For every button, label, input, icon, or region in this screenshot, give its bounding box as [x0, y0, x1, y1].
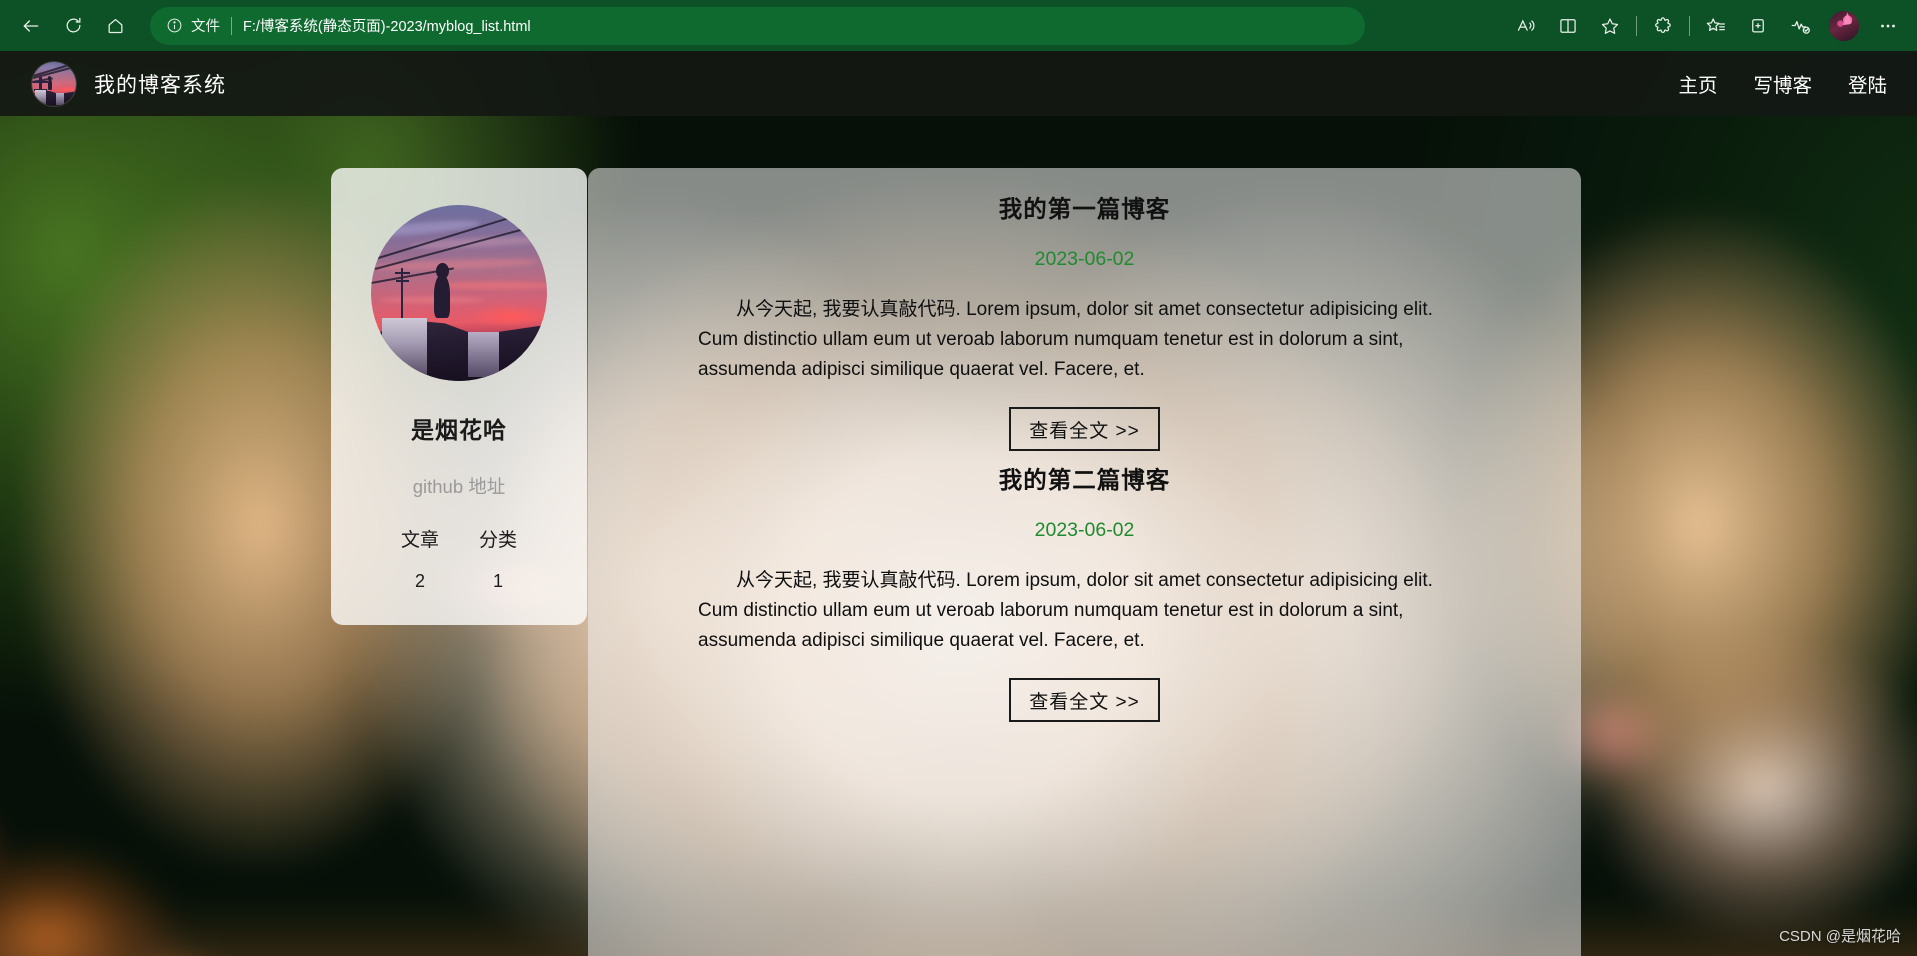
- settings-more-icon[interactable]: [1867, 5, 1909, 47]
- stat-categories: 分类 1: [479, 525, 517, 592]
- address-separator: [231, 16, 232, 35]
- collections-icon[interactable]: [1695, 5, 1737, 47]
- browser-nav-buttons: [0, 5, 136, 47]
- toolbar-divider-2: [1689, 15, 1690, 36]
- github-link[interactable]: github 地址: [413, 473, 506, 499]
- address-scheme-label: 文件: [191, 19, 220, 35]
- avatar-art-base: [1829, 10, 1859, 41]
- browser-essentials-icon[interactable]: [1737, 5, 1779, 47]
- profile-stats: 文章 2 分类 1: [331, 525, 587, 592]
- profile-card: 是烟花哈 github 地址 文章 2 分类 1: [331, 168, 587, 625]
- blog-post-item: 我的第二篇博客 2023-06-02 从今天起, 我要认真敲代码. Lorem …: [698, 461, 1471, 723]
- profile-avatar: [371, 205, 547, 381]
- main-content: 是烟花哈 github 地址 文章 2 分类 1 我的第一篇博客 2023-06…: [0, 116, 1917, 956]
- blog-list-panel: 我的第一篇博客 2023-06-02 从今天起, 我要认真敲代码. Lorem …: [588, 168, 1581, 956]
- read-more-button[interactable]: 查看全文 >>: [1009, 407, 1160, 452]
- favorite-star-icon[interactable]: [1589, 5, 1631, 47]
- blog-title: 我的第一篇博客: [998, 196, 1171, 222]
- browser-toolbar: 文件 F:/博客系统(静态页面)-2023/myblog_list.html: [0, 0, 1917, 51]
- sunset-artwork: [371, 205, 547, 381]
- nav-link-home[interactable]: 主页: [1678, 69, 1717, 98]
- sunset-artwork: [32, 61, 76, 106]
- address-url-text[interactable]: F:/博客系统(静态页面)-2023/myblog_list.html: [243, 15, 531, 36]
- brand[interactable]: 我的博客系统: [32, 61, 226, 106]
- blog-date: 2023-06-02: [1034, 248, 1135, 270]
- browser-toolbar-right: [1505, 5, 1917, 47]
- blog-description: 从今天起, 我要认真敲代码. Lorem ipsum, dolor sit am…: [698, 299, 1433, 381]
- site-nav-links: 主页 写博客 登陆: [1678, 69, 1887, 98]
- stat-articles: 文章 2: [401, 525, 439, 592]
- toolbar-divider-1: [1636, 15, 1637, 36]
- performance-icon[interactable]: [1779, 5, 1821, 47]
- site-navbar: 我的博客系统 主页 写博客 登陆: [0, 51, 1917, 116]
- blog-title: 我的第二篇博客: [998, 467, 1171, 494]
- browser-profile-avatar[interactable]: [1829, 10, 1859, 41]
- info-icon: [164, 16, 184, 36]
- address-bar[interactable]: 文件 F:/博客系统(静态页面)-2023/myblog_list.html: [150, 6, 1365, 45]
- profile-name: 是烟花哈: [411, 417, 507, 443]
- blog-action-row: 查看全文 >>: [698, 678, 1471, 723]
- home-icon[interactable]: [94, 5, 136, 47]
- blog-action-row: 查看全文 >>: [698, 407, 1471, 452]
- blog-post-item: 我的第一篇博客 2023-06-02 从今天起, 我要认真敲代码. Lorem …: [698, 190, 1471, 452]
- blog-description: 从今天起, 我要认真敲代码. Lorem ipsum, dolor sit am…: [698, 570, 1433, 652]
- stat-value: 1: [493, 571, 504, 591]
- brand-title: 我的博客系统: [94, 73, 226, 97]
- split-screen-icon[interactable]: [1547, 5, 1589, 47]
- brand-logo-icon: [32, 61, 76, 106]
- page-viewport: 我的博客系统 主页 写博客 登陆 是烟花哈 github 地址 文章 2 分类 …: [0, 51, 1917, 956]
- stat-label: 分类: [479, 530, 518, 551]
- nav-link-write[interactable]: 写博客: [1753, 69, 1812, 98]
- read-more-button[interactable]: 查看全文 >>: [1009, 678, 1160, 723]
- stat-value: 2: [414, 571, 425, 591]
- nav-link-login[interactable]: 登陆: [1848, 69, 1887, 98]
- blog-date: 2023-06-02: [1034, 519, 1135, 542]
- read-aloud-icon[interactable]: [1505, 5, 1547, 47]
- extensions-puzzle-icon[interactable]: [1642, 5, 1684, 47]
- stat-label: 文章: [400, 530, 439, 551]
- refresh-icon[interactable]: [52, 5, 94, 47]
- back-icon[interactable]: [10, 5, 52, 47]
